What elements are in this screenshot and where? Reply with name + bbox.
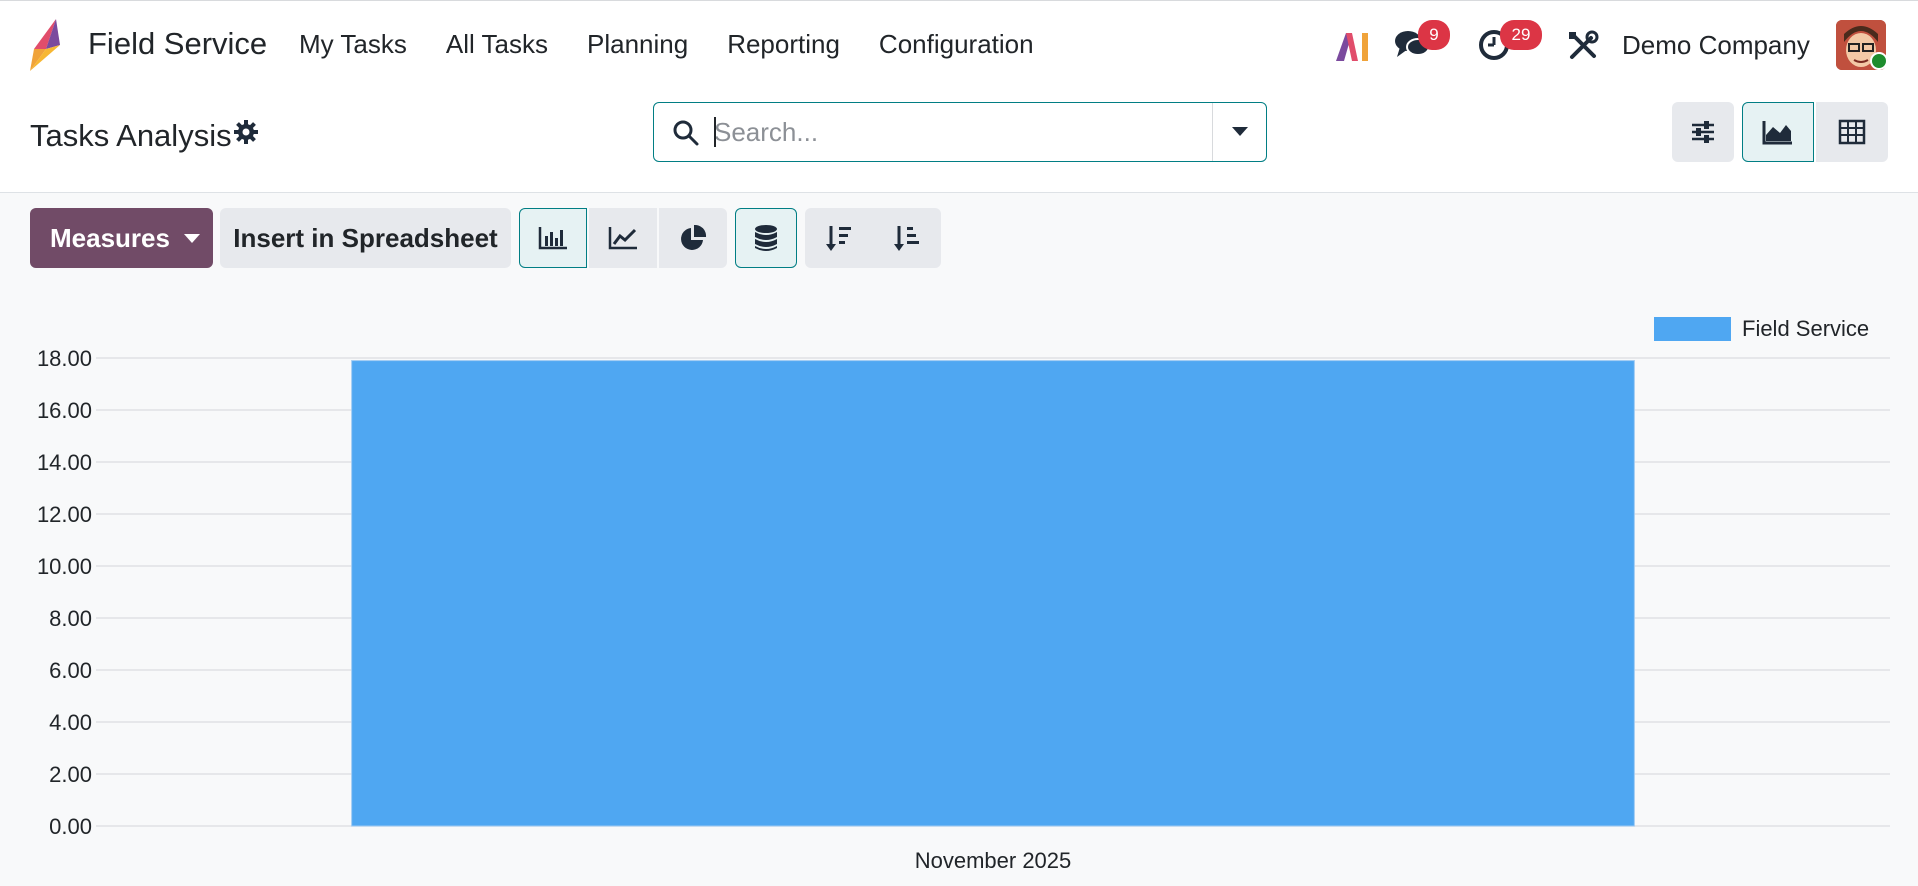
menu-configuration[interactable]: Configuration xyxy=(879,29,1034,60)
y-tick-label: 16.00 xyxy=(37,398,92,423)
y-tick-label: 18.00 xyxy=(37,346,92,371)
control-panel: Tasks Analysis xyxy=(0,90,1918,193)
y-tick-label: 6.00 xyxy=(49,658,92,683)
activities-count-badge: 29 xyxy=(1500,20,1542,50)
pie-chart-icon xyxy=(681,224,707,250)
bar-chart-icon xyxy=(538,227,567,250)
gear-icon[interactable] xyxy=(232,118,260,146)
sort-ascending-icon xyxy=(894,226,919,251)
messages-count-badge: 9 xyxy=(1418,20,1450,50)
y-tick-label: 10.00 xyxy=(37,554,92,579)
menu-planning[interactable]: Planning xyxy=(587,29,688,60)
caret-down-icon xyxy=(183,233,200,243)
stacked-toggle-button[interactable] xyxy=(735,208,797,268)
filter-panel-button[interactable] xyxy=(1672,102,1734,162)
menu-all-tasks[interactable]: All Tasks xyxy=(446,29,548,60)
y-tick-label: 14.00 xyxy=(37,450,92,475)
search-options-toggle[interactable] xyxy=(1214,103,1266,161)
page-title: Tasks Analysis xyxy=(30,118,232,153)
graph-view-button[interactable] xyxy=(1742,102,1814,162)
caret-down-icon xyxy=(1232,127,1248,136)
menu-my-tasks[interactable]: My Tasks xyxy=(299,29,407,60)
y-tick-label: 4.00 xyxy=(49,710,92,735)
area-chart-icon xyxy=(1762,121,1792,145)
insert-in-spreadsheet-button[interactable]: Insert in Spreadsheet xyxy=(220,208,511,268)
sort-ascending-button[interactable] xyxy=(873,208,941,268)
table-grid-icon xyxy=(1838,119,1866,145)
y-tick-label: 2.00 xyxy=(49,762,92,787)
legend-label: Field Service xyxy=(1742,316,1869,341)
y-tick-label: 8.00 xyxy=(49,606,92,631)
text-cursor xyxy=(714,117,716,147)
ai-icon[interactable] xyxy=(1336,29,1370,61)
company-switcher[interactable]: Demo Company xyxy=(1622,30,1810,61)
measures-label: Measures xyxy=(50,222,170,253)
sort-descending-button[interactable] xyxy=(805,208,873,268)
sliders-icon xyxy=(1692,121,1714,143)
line-chart-button[interactable] xyxy=(589,208,657,268)
search-icon xyxy=(673,120,699,146)
top-navbar: Field Service My Tasks All Tasks Plannin… xyxy=(0,0,1918,90)
y-tick-label: 12.00 xyxy=(37,502,92,527)
field-service-logo-icon[interactable] xyxy=(30,19,68,71)
search-bar[interactable] xyxy=(653,102,1267,162)
legend-swatch xyxy=(1654,317,1731,341)
measures-dropdown[interactable]: Measures xyxy=(30,208,213,268)
pie-chart-button[interactable] xyxy=(659,208,727,268)
x-tick-label: November 2025 xyxy=(915,848,1072,873)
app-name[interactable]: Field Service xyxy=(88,26,267,62)
search-divider xyxy=(1212,103,1213,161)
pivot-view-button[interactable] xyxy=(1816,102,1888,162)
menu-reporting[interactable]: Reporting xyxy=(727,29,840,60)
main-menu: My Tasks All Tasks Planning Reporting Co… xyxy=(299,29,1073,60)
sort-descending-icon xyxy=(826,226,851,251)
y-tick-label: 0.00 xyxy=(49,814,92,839)
debug-tools-icon[interactable] xyxy=(1567,30,1599,62)
line-chart-icon xyxy=(608,227,637,250)
graph-chart: 0.00 2.00 4.00 6.00 8.00 10.00 12.00 14.00 16.00… xyxy=(37,316,1890,873)
bar-chart-button[interactable] xyxy=(519,208,587,268)
online-status-dot xyxy=(1870,52,1888,70)
search-input[interactable] xyxy=(714,111,1194,153)
database-stack-icon xyxy=(755,225,777,251)
bar[interactable] xyxy=(351,360,1635,827)
